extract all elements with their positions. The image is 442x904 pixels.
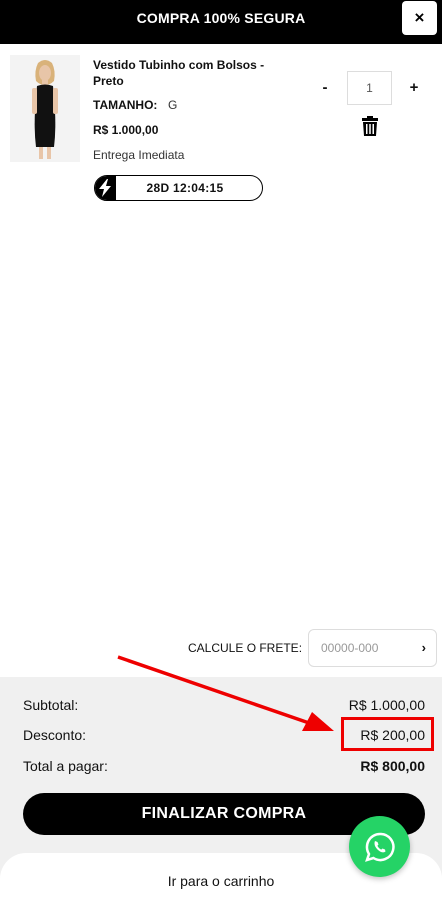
timer-text: 28D 12:04:15 bbox=[146, 181, 224, 195]
subtotal-value: R$ 1.000,00 bbox=[348, 697, 425, 713]
total-label: Total a pagar: bbox=[23, 758, 108, 774]
header-bar: COMPRA 100% SEGURA × bbox=[0, 0, 442, 44]
shipping-label: CALCULE O FRETE: bbox=[188, 641, 303, 655]
discount-label: Desconto: bbox=[23, 727, 87, 743]
trash-icon[interactable] bbox=[361, 116, 379, 136]
quantity-increase-button[interactable]: + bbox=[404, 78, 424, 98]
close-icon: × bbox=[414, 8, 425, 27]
zipcode-input[interactable]: 00000-000 › bbox=[308, 629, 437, 667]
whatsapp-icon bbox=[364, 832, 395, 862]
product-price: R$ 1.000,00 bbox=[93, 123, 159, 137]
size-value: G bbox=[168, 98, 178, 112]
quantity-decrease-button[interactable]: - bbox=[315, 78, 335, 98]
zipcode-placeholder: 00000-000 bbox=[321, 641, 379, 655]
header-title: COMPRA 100% SEGURA bbox=[136, 10, 306, 26]
countdown-timer: 28D 12:04:15 bbox=[94, 175, 263, 201]
product-image[interactable] bbox=[10, 55, 80, 162]
total-value: R$ 800,00 bbox=[360, 758, 425, 774]
size-label: TAMANHO: bbox=[93, 98, 158, 112]
quantity-input[interactable]: 1 bbox=[347, 71, 392, 105]
lightning-icon bbox=[95, 176, 116, 200]
product-name[interactable]: Vestido Tubinho com Bolsos - Preto bbox=[93, 57, 293, 89]
discount-highlight-box bbox=[341, 717, 434, 751]
subtotal-label: Subtotal: bbox=[23, 697, 79, 713]
whatsapp-button[interactable] bbox=[349, 816, 410, 877]
delivery-info: Entrega Imediata bbox=[93, 148, 185, 162]
close-button[interactable]: × bbox=[402, 1, 437, 35]
chevron-right-icon[interactable]: › bbox=[422, 630, 426, 666]
